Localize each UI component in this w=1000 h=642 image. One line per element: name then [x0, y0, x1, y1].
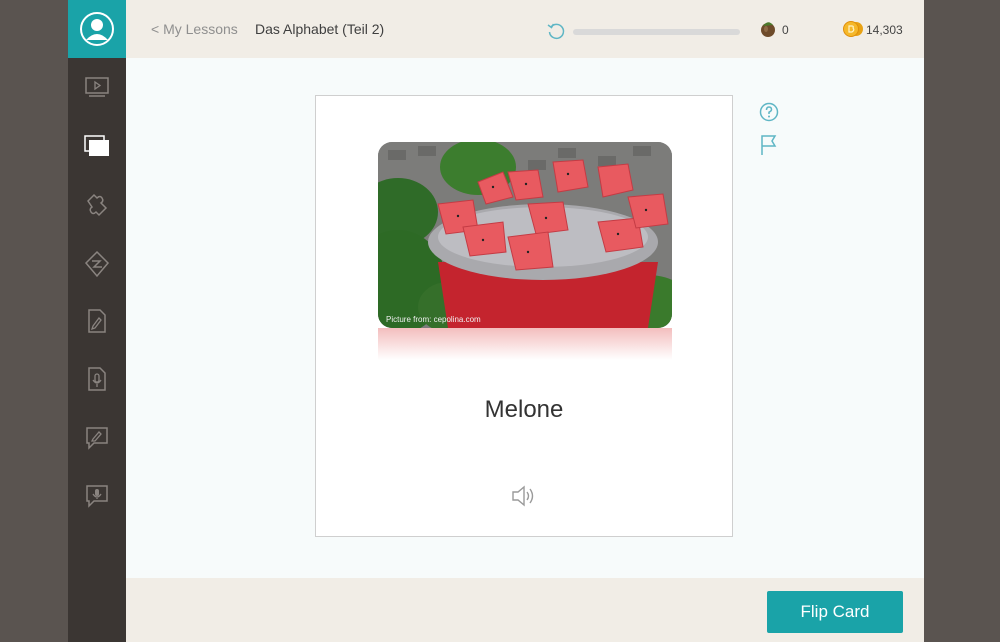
flashcard[interactable]: Picture from: cepolina.com Melone	[315, 95, 733, 537]
photo-credit: Picture from: cepolina.com	[386, 315, 481, 324]
sidebar-item-word-builder[interactable]	[68, 244, 126, 284]
speaking-icon	[86, 485, 108, 508]
sidebar-item-puzzle[interactable]	[68, 185, 126, 225]
listening-icon	[88, 367, 106, 391]
sidebar-item-video[interactable]	[68, 67, 126, 107]
flag-icon[interactable]	[760, 134, 778, 156]
sidebar-item-speech-writing[interactable]	[68, 418, 126, 458]
nut-count: 0	[782, 23, 789, 37]
sidebar-item-writing[interactable]	[68, 301, 126, 341]
flashcards-icon	[84, 135, 109, 156]
word-builder-icon	[84, 250, 110, 278]
sidebar-item-listening[interactable]	[68, 359, 126, 399]
flashcard-word: Melone	[484, 396, 564, 423]
puzzle-icon	[87, 193, 108, 217]
flashcard-image: Picture from: cepolina.com	[378, 142, 672, 328]
speaker-icon[interactable]	[511, 485, 537, 507]
watermelon-photo	[378, 142, 672, 328]
sidebar	[68, 0, 126, 642]
coin-icon	[843, 21, 863, 37]
speech-writing-icon	[86, 427, 108, 450]
user-icon	[80, 12, 114, 46]
flip-card-button[interactable]: Flip Card	[767, 591, 903, 633]
lesson-progress-bar	[573, 29, 740, 35]
flashcard-image-reflection	[378, 328, 672, 360]
sidebar-item-flashcards[interactable]	[68, 126, 126, 166]
help-icon[interactable]	[759, 102, 779, 122]
top-bar: < My Lessons Das Alphabet (Teil 2) 0 14,…	[126, 0, 924, 58]
coin-count: 14,303	[866, 23, 903, 37]
video-icon	[85, 77, 109, 97]
writing-icon	[88, 309, 106, 333]
lesson-app: < My Lessons Das Alphabet (Teil 2) 0 14,…	[126, 0, 924, 642]
sidebar-item-speaking[interactable]	[68, 476, 126, 516]
bottom-bar: Flip Card	[126, 578, 924, 642]
back-to-lessons-link[interactable]: < My Lessons	[151, 21, 238, 37]
replay-icon[interactable]	[547, 22, 565, 40]
nut-icon	[761, 22, 775, 37]
lesson-title: Das Alphabet (Teil 2)	[255, 21, 385, 37]
avatar[interactable]	[68, 0, 126, 58]
